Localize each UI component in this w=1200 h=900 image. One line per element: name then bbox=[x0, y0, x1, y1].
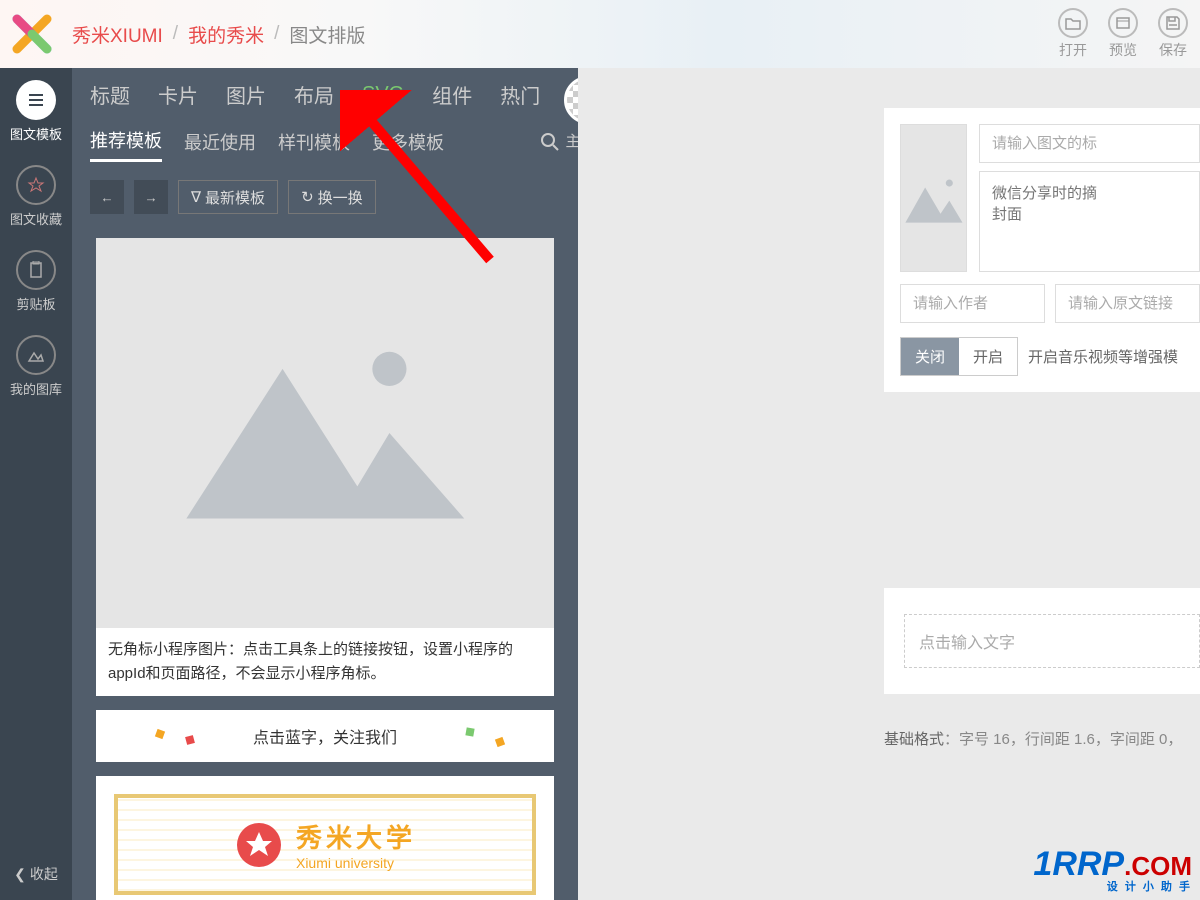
template-caption: 无角标小程序图片：点击工具条上的链接按钮，设置小程序的appId和页面路径，不会… bbox=[96, 628, 554, 696]
template-subtabs: 推荐模板 最近使用 样刊模板 更多模板 bbox=[72, 115, 578, 170]
enhanced-mode-toggle[interactable]: 关闭 开启 bbox=[900, 337, 1018, 376]
sidebar-item-clipboard[interactable]: 剪贴板 bbox=[16, 250, 56, 313]
confetti-icon bbox=[185, 735, 195, 745]
breadcrumb-sep: / bbox=[173, 23, 178, 45]
open-button[interactable]: 打开 bbox=[1058, 8, 1088, 60]
filter-icon: ∇ bbox=[191, 188, 201, 206]
preview-button[interactable]: 预览 bbox=[1108, 8, 1138, 60]
placeholder-image bbox=[96, 238, 554, 628]
arrow-right-icon: → bbox=[144, 190, 157, 205]
text-entry-input[interactable]: 点击输入文字 bbox=[904, 614, 1200, 668]
shuffle-button[interactable]: ↻换一换 bbox=[288, 180, 376, 214]
watermark: 1RRP.COM 设 计 小 助 手 bbox=[1033, 845, 1192, 894]
template-card[interactable]: 点击蓝字，关注我们 bbox=[96, 710, 554, 762]
toggle-label: 开启音乐视频等增强模 bbox=[1028, 346, 1178, 367]
format-label: 基础格式 bbox=[884, 731, 944, 748]
sidebar-item-favorites[interactable]: 图文收藏 bbox=[10, 165, 62, 228]
sidebar-item-label: 图文收藏 bbox=[10, 209, 62, 228]
placeholder-image-icon bbox=[901, 125, 966, 271]
author-input[interactable] bbox=[900, 284, 1045, 323]
article-meta-panel: 关闭 开启 开启音乐视频等增强模 bbox=[884, 108, 1200, 392]
sidebar-item-label: 图文模板 bbox=[10, 124, 62, 143]
text-entry-panel: 点击输入文字 bbox=[884, 588, 1200, 694]
sidebar-item-label: 剪贴板 bbox=[16, 294, 55, 313]
template-category-tabs: 标题 卡片 图片 布局 SVG 组件 热门 bbox=[72, 68, 578, 115]
sidebar-collapse[interactable]: ❮ 收起 bbox=[14, 864, 58, 884]
templates-icon bbox=[16, 80, 56, 120]
format-info: 基础格式：字号 16，行间距 1.6，字间距 0， bbox=[884, 728, 1200, 749]
confetti-icon bbox=[495, 737, 505, 747]
breadcrumb: 秀米XIUMI / 我的秀米 / 图文排版 bbox=[72, 21, 365, 48]
subtab-recommended[interactable]: 推荐模板 bbox=[90, 127, 162, 162]
cert-subtitle: Xiumi university bbox=[296, 855, 416, 871]
breadcrumb-current: 图文排版 bbox=[289, 21, 365, 48]
subtab-recent[interactable]: 最近使用 bbox=[184, 129, 256, 161]
breadcrumb-brand[interactable]: 秀米XIUMI bbox=[72, 21, 163, 48]
preview-icon bbox=[1108, 8, 1138, 38]
favorites-icon bbox=[16, 165, 56, 205]
tab-component[interactable]: 组件 bbox=[432, 80, 472, 115]
subtab-more[interactable]: 更多模板 bbox=[372, 129, 444, 161]
clipboard-icon bbox=[16, 250, 56, 290]
tab-svg[interactable]: SVG bbox=[362, 83, 404, 112]
breadcrumb-my[interactable]: 我的秀米 bbox=[188, 21, 264, 48]
nav-forward-button[interactable]: → bbox=[134, 180, 168, 214]
cert-title: 秀米大学 bbox=[296, 818, 416, 855]
badge-icon bbox=[234, 820, 284, 870]
sidebar-item-templates[interactable]: 图文模板 bbox=[10, 80, 62, 143]
confetti-icon bbox=[465, 727, 474, 736]
arrow-left-icon: ← bbox=[100, 190, 113, 205]
template-toolbar: ← → ∇最新模板 ↻换一换 bbox=[72, 170, 578, 224]
template-panel: 标题 卡片 图片 布局 SVG 组件 热门 推荐模板 最近使用 样刊模板 更多模… bbox=[72, 68, 578, 900]
toggle-off-button[interactable]: 关闭 bbox=[901, 338, 959, 375]
tab-layout[interactable]: 布局 bbox=[294, 80, 334, 115]
refresh-icon: ↻ bbox=[301, 188, 314, 206]
chevron-left-icon: ❮ bbox=[14, 866, 26, 883]
format-value: ：字号 16，行间距 1.6，字间距 0， bbox=[944, 731, 1182, 748]
template-card[interactable]: 秀米大学 Xiumi university bbox=[96, 776, 554, 900]
title-input[interactable] bbox=[979, 124, 1200, 163]
template-list[interactable]: 无角标小程序图片：点击工具条上的链接按钮，设置小程序的appId和页面路径，不会… bbox=[72, 224, 578, 900]
banner-text: 点击蓝字，关注我们 bbox=[253, 730, 397, 747]
source-link-input[interactable] bbox=[1055, 284, 1200, 323]
save-button[interactable]: 保存 bbox=[1158, 8, 1188, 60]
sidebar-item-gallery[interactable]: 我的图库 bbox=[10, 335, 62, 398]
cover-image-picker[interactable] bbox=[900, 124, 967, 272]
certificate-inner: 秀米大学 Xiumi university bbox=[114, 794, 536, 895]
folder-icon bbox=[1058, 8, 1088, 38]
subtab-sample[interactable]: 样刊模板 bbox=[278, 129, 350, 161]
tab-image[interactable]: 图片 bbox=[226, 80, 266, 115]
template-card[interactable]: 无角标小程序图片：点击工具条上的链接按钮，设置小程序的appId和页面路径，不会… bbox=[96, 238, 554, 696]
top-header: 秀米XIUMI / 我的秀米 / 图文排版 打开 预览 保存 bbox=[0, 0, 1200, 68]
latest-templates-button[interactable]: ∇最新模板 bbox=[178, 180, 278, 214]
save-icon bbox=[1158, 8, 1188, 38]
gallery-icon bbox=[16, 335, 56, 375]
nav-back-button[interactable]: ← bbox=[90, 180, 124, 214]
canvas-area: 关闭 开启 开启音乐视频等增强模 点击输入文字 基础格式：字号 16，行间距 1… bbox=[578, 68, 1200, 900]
sidebar-item-label: 我的图库 bbox=[10, 379, 62, 398]
tab-hot[interactable]: 热门 bbox=[500, 80, 540, 115]
left-sidebar: 图文模板 图文收藏 剪贴板 我的图库 ❮ 收起 bbox=[0, 68, 72, 900]
toggle-on-button[interactable]: 开启 bbox=[959, 338, 1017, 375]
summary-input[interactable] bbox=[979, 171, 1200, 272]
app-logo bbox=[12, 14, 52, 54]
confetti-icon bbox=[155, 729, 165, 739]
tab-title[interactable]: 标题 bbox=[90, 80, 130, 115]
header-actions: 打开 预览 保存 bbox=[1058, 8, 1188, 60]
main-area: 图文模板 图文收藏 剪贴板 我的图库 ❮ 收起 标题 卡片 图片 布局 SVG … bbox=[0, 68, 1200, 900]
tab-card[interactable]: 卡片 bbox=[158, 80, 198, 115]
breadcrumb-sep: / bbox=[274, 23, 279, 45]
